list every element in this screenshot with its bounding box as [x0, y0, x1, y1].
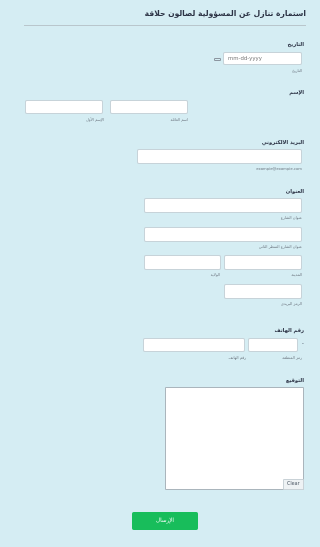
phone-number-sublabel: رقم الهاتف — [228, 355, 247, 360]
zip-input[interactable] — [224, 284, 302, 299]
street-address-input[interactable] — [144, 198, 302, 213]
name-label: الإسم — [289, 90, 304, 96]
last-name-sublabel: اسم العائلة — [170, 117, 188, 122]
street-address-sublabel: عنوان الشارع — [280, 215, 302, 220]
phone-separator: - — [302, 341, 304, 347]
state-input[interactable] — [144, 255, 221, 270]
email-input[interactable] — [137, 149, 302, 164]
email-label: البريد الالكتروني — [261, 140, 304, 146]
area-code-input[interactable] — [248, 338, 298, 352]
title-divider — [24, 25, 306, 26]
zip-sublabel: الرمز البريدي — [280, 301, 302, 306]
date-input[interactable] — [223, 52, 302, 65]
state-sublabel: الولاية — [210, 272, 220, 277]
clear-signature-button[interactable]: Clear — [283, 479, 304, 490]
phone-label: رقم الهاتف — [274, 328, 304, 334]
date-sublabel: التاريخ — [292, 68, 302, 73]
first-name-sublabel: الإسم الأول — [86, 117, 104, 122]
phone-number-input[interactable] — [143, 338, 245, 352]
address-label: العنوان — [285, 189, 304, 195]
email-sublabel: example@example.com — [256, 166, 302, 171]
street-address-line2-input[interactable] — [144, 227, 302, 242]
signature-pad[interactable] — [165, 387, 304, 490]
street-address-line2-sublabel: عنوان الشارع السطر الثاني — [258, 244, 302, 249]
date-label: التاريخ — [287, 42, 304, 48]
form-title: استمارة تنازل عن المسؤولية لصالون حلاقة — [144, 9, 306, 18]
area-code-sublabel: رمز المنطقة — [282, 355, 302, 360]
first-name-input[interactable] — [25, 100, 103, 114]
submit-button[interactable]: الإرسال — [132, 512, 198, 530]
city-sublabel: المدينة — [291, 272, 302, 277]
signature-label: التوقيع — [285, 378, 304, 384]
city-input[interactable] — [224, 255, 302, 270]
calendar-icon[interactable] — [214, 58, 221, 61]
last-name-input[interactable] — [110, 100, 188, 114]
